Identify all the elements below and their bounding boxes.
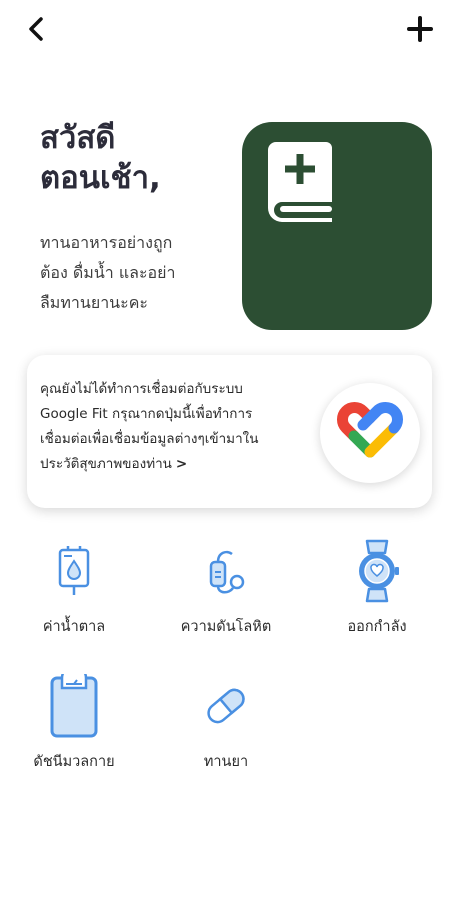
greeting-title-line: สวัสดี [40, 120, 116, 156]
greeting-message: ทานอาหารอย่างถูก ต้อง ดื่มน้ำ และอย่า ลื… [40, 228, 230, 318]
greeting-message-line: ลืมทานยานะคะ [40, 293, 149, 312]
google-fit-message-text: ประวัติสุขภาพของท่าน [40, 456, 172, 472]
menu-icon-container [161, 537, 291, 605]
menu-label: ออกกำลัง [347, 619, 407, 635]
menu-icon-container [9, 537, 139, 605]
menu-bmi[interactable]: ดัชนีมวลกาย [9, 672, 139, 772]
weight-scale-icon [50, 674, 98, 738]
blood-pressure-icon [209, 550, 245, 594]
menu-label: ความดันโลหิต [180, 619, 272, 635]
smartwatch-icon [359, 539, 399, 603]
menu-label: ดัชนีมวลกาย [33, 754, 115, 770]
menu-medication[interactable]: ทานยา [161, 672, 291, 772]
menu-exercise[interactable]: ออกกำลัง [312, 537, 442, 637]
google-fit-message-line: ประวัติสุขภาพของท่าน > [40, 452, 330, 477]
menu-icon-container [9, 672, 139, 740]
greeting-message-line: ต้อง ดื่มน้ำ และอย่า [40, 263, 176, 282]
hero-card [242, 122, 432, 330]
google-fit-message: คุณยังไม่ได้ทำการเชื่อมต่อกับระบบ Google… [40, 377, 330, 477]
greeting-message-line: ทานอาหารอย่างถูก [40, 233, 173, 252]
google-fit-message-line: คุณยังไม่ได้ทำการเชื่อมต่อกับระบบ [40, 381, 243, 397]
chevron-left-icon [29, 17, 43, 41]
google-fit-message-line: Google Fit กรุณากดปุ่มนี้เพื่อทำการ [40, 406, 253, 422]
add-button[interactable] [405, 14, 435, 44]
menu-blood-pressure[interactable]: ความดันโลหิต [161, 537, 291, 637]
greeting-title-line: ตอนเช้า, [40, 160, 161, 196]
chevron-right-icon[interactable]: > [176, 456, 187, 472]
google-fit-connect-card[interactable]: คุณยังไม่ได้ทำการเชื่อมต่อกับระบบ Google… [27, 355, 432, 508]
google-fit-heart-icon [337, 402, 403, 458]
top-bar [0, 0, 457, 60]
greeting-title: สวัสดี ตอนเช้า, [40, 118, 230, 198]
back-button[interactable] [22, 14, 50, 44]
menu-label: ค่าน้ำตาล [42, 619, 106, 635]
menu-icon-container [161, 672, 291, 740]
plus-icon [407, 16, 433, 42]
menu-icon-container [312, 537, 442, 605]
blood-sugar-icon [58, 546, 90, 595]
menu-blood-sugar[interactable]: ค่าน้ำตาล [9, 537, 139, 637]
menu-label: ทานยา [203, 754, 249, 770]
medical-book-icon [268, 142, 332, 222]
google-fit-logo[interactable] [320, 383, 420, 483]
pill-icon [207, 688, 245, 724]
google-fit-message-line: เชื่อมต่อเพื่อเชื่อมข้อมูลต่างๆเข้ามาใน [40, 431, 259, 447]
